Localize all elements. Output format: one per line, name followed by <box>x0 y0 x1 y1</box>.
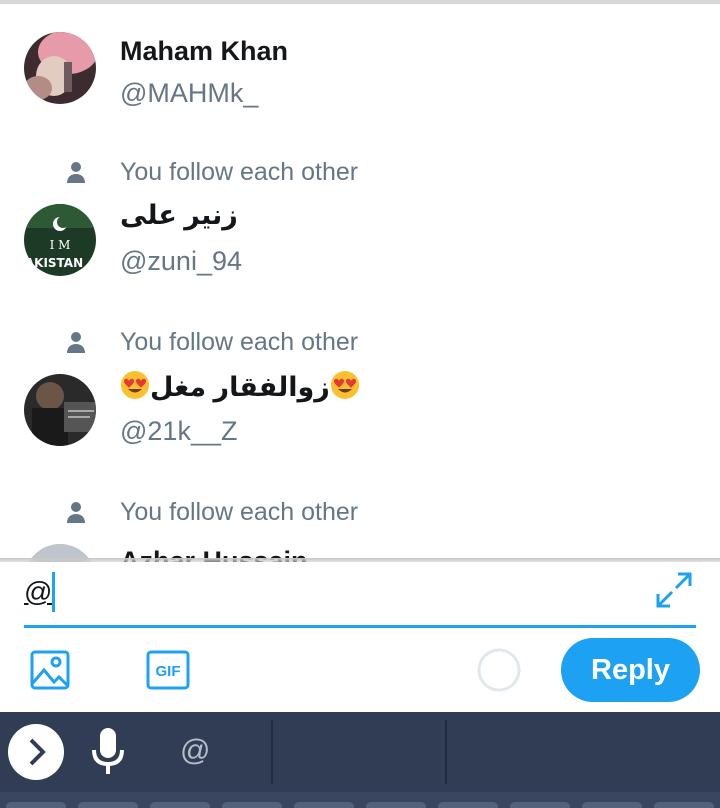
microphone-icon[interactable] <box>86 726 130 778</box>
expand-icon[interactable] <box>654 570 694 610</box>
keyboard-suggestion[interactable]: @ <box>180 734 210 768</box>
image-icon[interactable] <box>26 646 74 694</box>
text-caret <box>52 572 55 612</box>
compose-text[interactable]: @ <box>24 576 52 608</box>
keyboard-key[interactable] <box>78 802 138 808</box>
gif-icon[interactable]: GIF <box>144 646 192 694</box>
divider <box>445 720 447 784</box>
keyboard-keys-row <box>0 792 720 808</box>
heart-eyes-emoji <box>330 371 359 399</box>
display-name: Maham Khan <box>120 36 289 66</box>
keyboard-key[interactable] <box>366 802 426 808</box>
display-name: زوالفقار مغل <box>150 372 330 402</box>
display-name: زنیر علی <box>120 200 238 230</box>
progress-ring-icon <box>477 648 521 692</box>
display-name-row: زوالفقار مغل <box>120 370 360 403</box>
avatar-caption: AKISTAN <box>25 256 83 270</box>
person-icon <box>67 332 85 353</box>
keyboard-key[interactable] <box>294 802 354 808</box>
avatar <box>24 374 96 446</box>
keyboard-key[interactable] <box>654 802 714 808</box>
avatar: I M AKISTAN <box>24 204 96 276</box>
compose-toolbar: GIF Reply <box>0 638 720 708</box>
keyboard-key[interactable] <box>222 802 282 808</box>
user-handle: @zuni_94 <box>120 246 242 276</box>
avatar-caption: I M <box>50 238 71 252</box>
follow-status-text: You follow each other <box>120 328 359 356</box>
heart-eyes-emoji <box>121 371 149 399</box>
compose-area: @ GIF Reply <box>0 562 720 712</box>
reply-button[interactable]: Reply <box>561 638 700 702</box>
divider <box>271 720 273 784</box>
user-handle: @MAHMk_ <box>120 78 259 108</box>
avatar <box>24 32 96 104</box>
keyboard-suggestion-bar: @ <box>0 712 720 792</box>
keyboard-expand-button[interactable] <box>8 724 64 780</box>
follow-status-text: You follow each other <box>120 498 359 526</box>
list-item[interactable]: You follow each other Azhar Hussain <box>0 494 720 562</box>
list-item[interactable]: You follow each other زوالفقار مغل @21k_… <box>0 324 720 454</box>
keyboard-key[interactable] <box>150 802 210 808</box>
person-icon <box>67 502 85 523</box>
mention-suggestion-list: Maham Khan @MAHMk_ You follow each other… <box>0 4 720 562</box>
list-item[interactable]: Maham Khan @MAHMk_ <box>0 4 720 114</box>
person-icon <box>67 162 85 183</box>
keyboard-key[interactable] <box>510 802 570 808</box>
list-item[interactable]: You follow each other I M AKISTAN زنیر ع… <box>0 154 720 284</box>
user-handle: @21k__Z <box>120 416 238 446</box>
keyboard-key[interactable] <box>582 802 642 808</box>
gif-label: GIF <box>156 663 181 680</box>
keyboard-key[interactable] <box>6 802 66 808</box>
keyboard-key[interactable] <box>438 802 498 808</box>
compose-input[interactable]: @ <box>24 562 696 628</box>
app-screen: Maham Khan @MAHMk_ You follow each other… <box>0 0 720 808</box>
chevron-right-icon <box>29 738 46 766</box>
follow-status-text: You follow each other <box>120 158 359 186</box>
